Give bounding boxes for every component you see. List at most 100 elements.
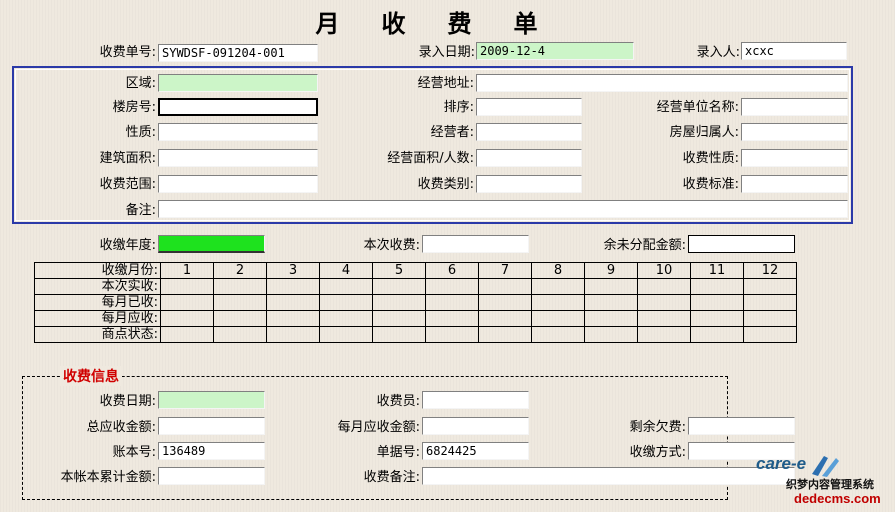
month-cell[interactable] <box>637 278 691 295</box>
fee-nature-label: 收费性质: <box>682 151 739 166</box>
fee-remark-label: 收费备注: <box>363 470 420 485</box>
building-field[interactable] <box>158 98 318 116</box>
fee-remark-field[interactable] <box>422 467 795 485</box>
build-area-field[interactable] <box>158 149 318 167</box>
month-cell[interactable] <box>213 310 267 327</box>
month-cell[interactable] <box>690 294 744 311</box>
arrears-field[interactable] <box>688 417 795 435</box>
month-cell[interactable] <box>266 278 320 295</box>
fee-scope-field[interactable] <box>158 175 318 193</box>
table-row: 每月应收: <box>34 310 797 327</box>
month-header-cell: 6 <box>425 262 479 279</box>
month-cell[interactable] <box>743 278 797 295</box>
monthly-due-field[interactable] <box>422 417 529 435</box>
month-cell[interactable] <box>319 310 373 327</box>
nature-label: 性质: <box>125 125 156 140</box>
account-no-field[interactable]: 136489 <box>158 442 265 460</box>
month-cell[interactable] <box>160 294 214 311</box>
month-cell[interactable] <box>743 310 797 327</box>
current-fee-field[interactable] <box>422 235 529 253</box>
unit-name-field[interactable] <box>741 98 848 116</box>
month-cell[interactable] <box>743 294 797 311</box>
month-cell[interactable] <box>637 326 691 343</box>
month-cell[interactable] <box>584 278 638 295</box>
total-due-field[interactable] <box>158 417 265 435</box>
month-cell[interactable] <box>425 310 479 327</box>
table-row: 本次实收: <box>34 278 797 295</box>
fee-category-field[interactable] <box>476 175 582 193</box>
fee-nature-field[interactable] <box>741 149 848 167</box>
order-field[interactable] <box>476 98 582 116</box>
remaining-field[interactable] <box>688 235 795 253</box>
current-fee-label: 本次收费: <box>363 238 420 253</box>
month-cell[interactable] <box>690 278 744 295</box>
address-field[interactable] <box>476 74 848 92</box>
month-cell[interactable] <box>531 326 585 343</box>
month-header-cell: 11 <box>690 262 744 279</box>
month-cell[interactable] <box>372 326 426 343</box>
area-field[interactable] <box>158 74 318 92</box>
logo-mark-icon <box>812 456 839 477</box>
account-no-label: 账本号: <box>112 445 156 460</box>
area-label: 区域: <box>125 76 156 91</box>
receipt-no-field[interactable]: SYWDSF-091204-001 <box>158 44 318 62</box>
month-cell[interactable] <box>531 310 585 327</box>
month-cell[interactable] <box>266 326 320 343</box>
month-cell[interactable] <box>584 326 638 343</box>
month-cell[interactable] <box>478 278 532 295</box>
monthly-due-label: 每月应收金额: <box>337 420 420 435</box>
fee-standard-field[interactable] <box>741 175 848 193</box>
month-cell[interactable] <box>266 310 320 327</box>
month-cell[interactable] <box>584 310 638 327</box>
month-cell[interactable] <box>425 326 479 343</box>
month-cell[interactable] <box>213 326 267 343</box>
nature-field[interactable] <box>158 123 318 141</box>
fee-date-field[interactable] <box>158 391 265 409</box>
month-cell[interactable] <box>372 278 426 295</box>
cashier-field[interactable] <box>422 391 529 409</box>
month-cell[interactable] <box>425 278 479 295</box>
book-total-field[interactable] <box>158 467 265 485</box>
month-cell[interactable] <box>743 326 797 343</box>
month-header-cell: 10 <box>637 262 691 279</box>
month-cell[interactable] <box>478 294 532 311</box>
month-cell[interactable] <box>690 326 744 343</box>
month-cell[interactable] <box>425 294 479 311</box>
table-row: 商点状态: <box>34 326 797 343</box>
row-label-actual: 本次实收: <box>34 278 161 295</box>
month-cell[interactable] <box>372 294 426 311</box>
month-header-row: 收缴月份: 1 2 3 4 5 6 7 8 9 10 11 12 <box>34 262 797 279</box>
month-cell[interactable] <box>690 310 744 327</box>
fee-category-label: 收费类别: <box>417 177 474 192</box>
month-cell[interactable] <box>319 294 373 311</box>
bill-no-field[interactable]: 6824425 <box>422 442 529 460</box>
month-cell[interactable] <box>160 326 214 343</box>
month-cell[interactable] <box>319 278 373 295</box>
remark-field[interactable] <box>158 200 848 218</box>
month-cell[interactable] <box>478 310 532 327</box>
month-cell[interactable] <box>160 278 214 295</box>
month-cell[interactable] <box>584 294 638 311</box>
biz-area-field[interactable] <box>476 149 582 167</box>
month-cell[interactable] <box>372 310 426 327</box>
operator-field[interactable] <box>476 123 582 141</box>
fee-info-legend: 收费信息 <box>60 366 122 386</box>
watermark-logo: care-e 织梦内容管理系统 dedecms.com <box>754 450 895 512</box>
entry-person-field[interactable]: xcxc <box>741 42 847 60</box>
month-cell[interactable] <box>160 310 214 327</box>
remark-label: 备注: <box>125 203 156 218</box>
entry-date-field[interactable]: 2009-12-4 <box>476 42 634 60</box>
month-cell[interactable] <box>213 278 267 295</box>
year-field[interactable] <box>158 235 265 253</box>
month-cell[interactable] <box>637 310 691 327</box>
month-header-cell: 12 <box>743 262 797 279</box>
month-cell[interactable] <box>637 294 691 311</box>
month-cell[interactable] <box>266 294 320 311</box>
month-cell[interactable] <box>213 294 267 311</box>
owner-field[interactable] <box>741 123 848 141</box>
month-cell[interactable] <box>319 326 373 343</box>
month-cell[interactable] <box>531 294 585 311</box>
month-cell[interactable] <box>478 326 532 343</box>
month-cell[interactable] <box>531 278 585 295</box>
month-header-label: 收缴月份: <box>34 262 161 279</box>
